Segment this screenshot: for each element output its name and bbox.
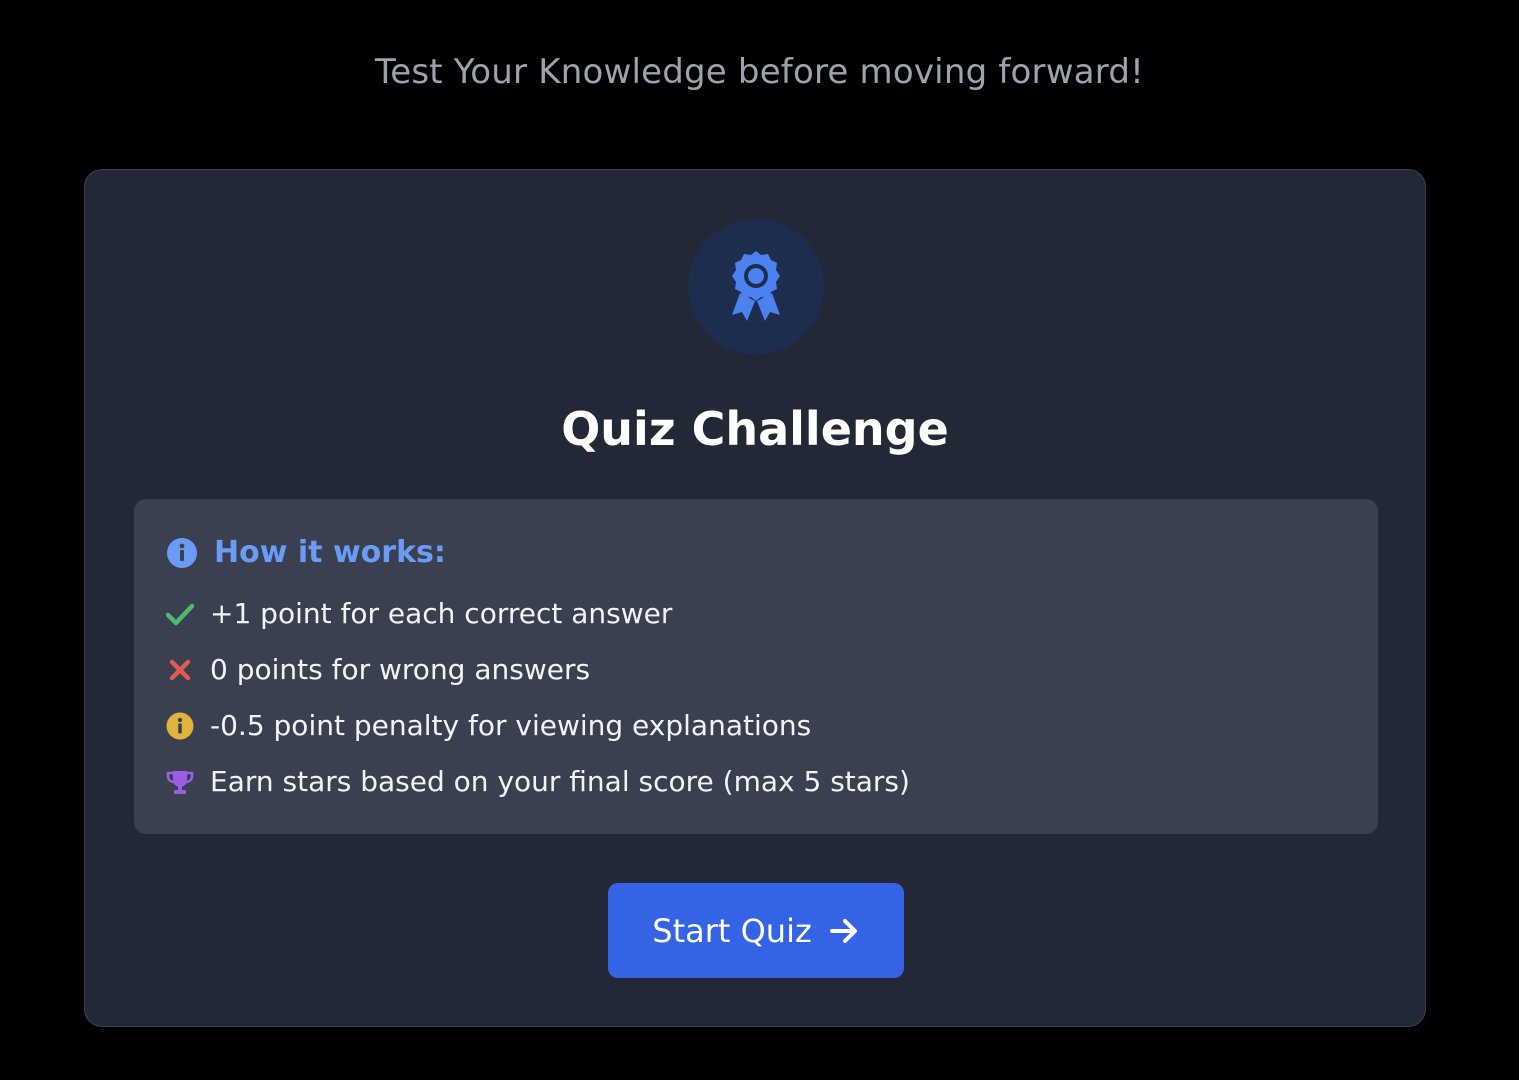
how-it-works-label: How it works: xyxy=(214,535,446,570)
rule-text: Earn stars based on your final score (ma… xyxy=(210,765,910,798)
check-icon xyxy=(166,600,194,628)
trophy-icon xyxy=(166,768,194,796)
rule-item: Earn stars based on your final score (ma… xyxy=(166,765,910,798)
start-quiz-label: Start Quiz xyxy=(652,911,812,950)
award-badge xyxy=(688,219,824,355)
how-it-works-heading: How it works: xyxy=(166,535,446,570)
arrow-right-icon xyxy=(829,918,857,943)
rule-text: +1 point for each correct answer xyxy=(210,597,673,630)
how-it-works-panel: How it works: +1 point for each correct … xyxy=(134,499,1378,834)
award-ribbon-icon xyxy=(732,251,780,321)
rule-item: +1 point for each correct answer xyxy=(166,597,672,630)
x-mark-icon xyxy=(166,656,194,684)
quiz-card: Quiz Challenge How it works: +1 point fo… xyxy=(84,169,1426,1027)
rule-item: -0.5 point penalty for viewing explanati… xyxy=(166,709,811,742)
rule-item: 0 points for wrong answers xyxy=(166,653,590,686)
start-quiz-button[interactable]: Start Quiz xyxy=(608,883,904,978)
page-subtitle: Test Your Knowledge before moving forwar… xyxy=(375,52,1144,92)
info-circle-icon xyxy=(167,537,197,568)
rule-text: 0 points for wrong answers xyxy=(210,653,591,686)
info-circle-icon xyxy=(166,712,194,740)
card-title: Quiz Challenge xyxy=(561,402,949,456)
rule-text: -0.5 point penalty for viewing explanati… xyxy=(210,709,812,742)
